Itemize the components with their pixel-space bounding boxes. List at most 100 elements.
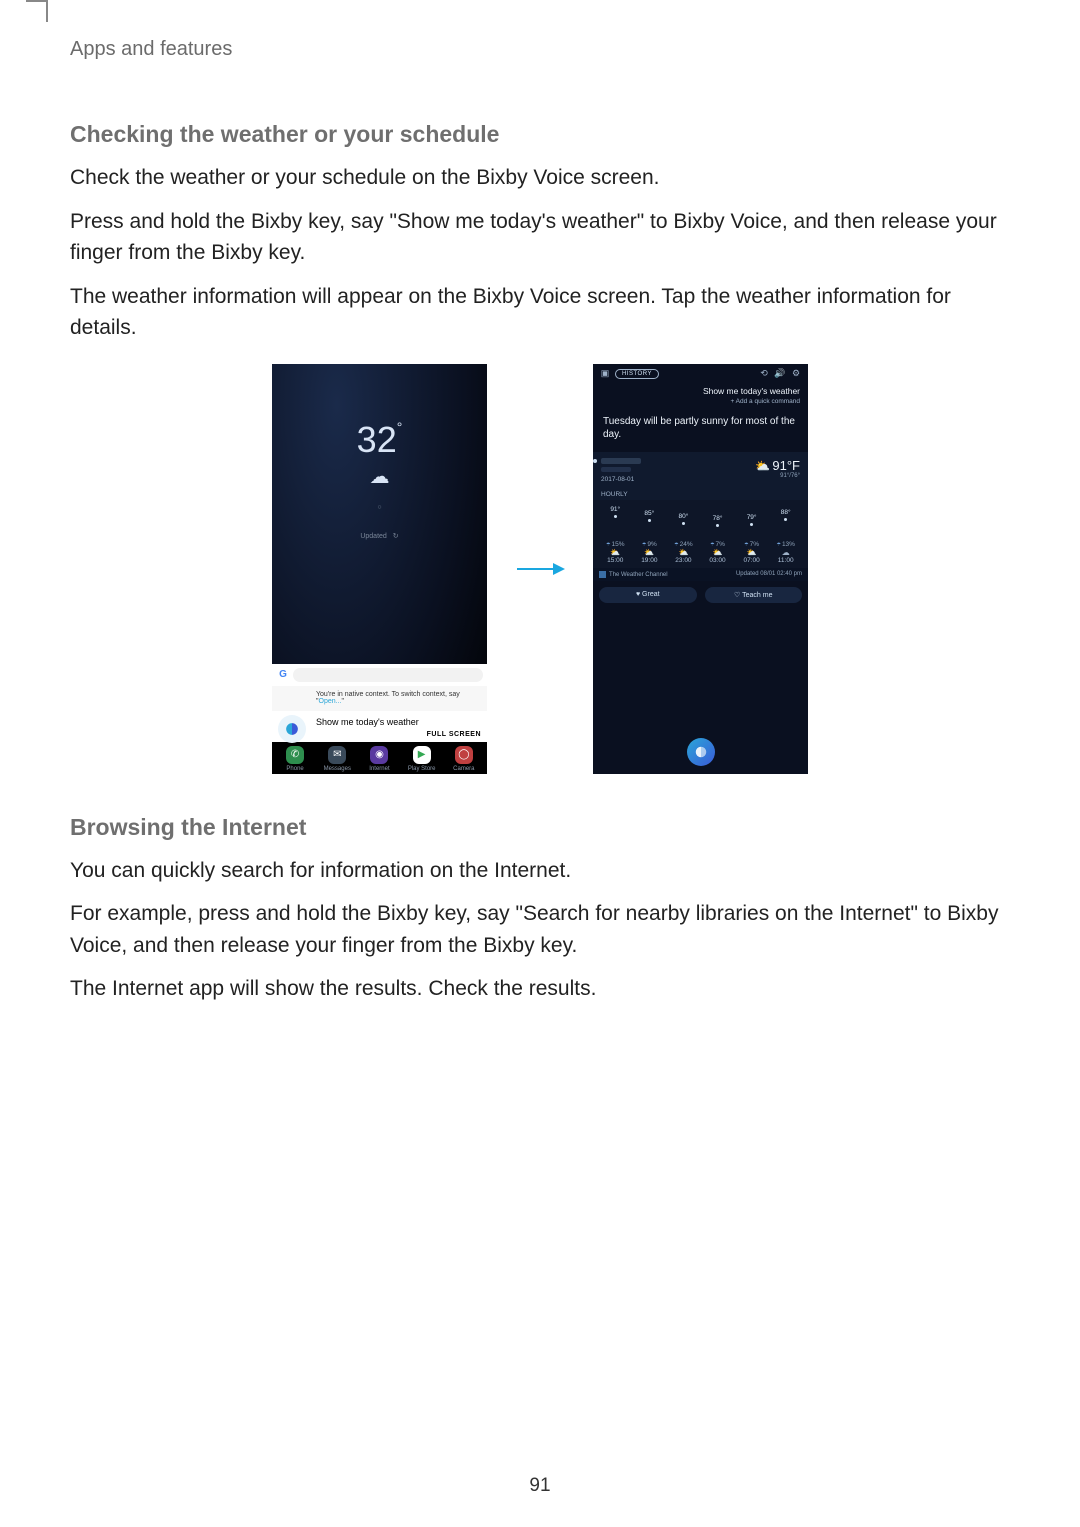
dock-app-messages[interactable]: ✉ Messages <box>318 746 356 772</box>
hourly-temp: 80° <box>667 506 699 527</box>
bixby-mic-button[interactable] <box>687 738 715 766</box>
location-indicator: ○ <box>272 504 487 511</box>
hourly-weather-icon: ⛅ <box>701 548 733 557</box>
hourly-time: 03:00 <box>701 557 733 564</box>
hourly-weather-icon: ☁ <box>769 548 801 557</box>
updated-text: Updated <box>360 533 386 540</box>
full-screen-button[interactable]: FULL SCREEN <box>316 731 481 738</box>
hourly-temp: 79° <box>735 506 767 527</box>
hourly-precip: 7% <box>701 541 733 548</box>
sound-icon[interactable]: 🔊 <box>774 368 786 380</box>
card-icon[interactable]: ▣ <box>599 368 611 380</box>
section-heading-internet: Browsing the Internet <box>70 814 1010 841</box>
google-search-bar[interactable]: G <box>272 664 487 686</box>
partly-sunny-icon: ⛅ <box>755 459 770 473</box>
feedback-teach-button[interactable]: ♡ Teach me <box>705 587 803 603</box>
updated-label[interactable]: Updated ↻ <box>272 532 487 540</box>
current-weather-card[interactable]: 2017-08-01 ⛅ 91°F 91°/76° <box>593 452 808 487</box>
hourly-time: 23:00 <box>667 557 699 564</box>
home-bottom-stack: G You're in native context. To switch co… <box>272 664 487 774</box>
body-text: The Internet app will show the results. … <box>70 973 1010 1005</box>
screenshot-bixby-weather: ▣ HISTORY ⟲ 🔊 ⚙ Show me today's weather … <box>593 364 808 774</box>
feedback-row: ♥ Great ♡ Teach me <box>593 581 808 609</box>
context-note-text: " <box>341 698 344 705</box>
context-note-open[interactable]: Open... <box>319 698 342 705</box>
bixby-top-bar: ▣ HISTORY ⟲ 🔊 ⚙ <box>593 364 808 384</box>
hourly-weather-icon: ⛅ <box>735 548 767 557</box>
body-text: You can quickly search for information o… <box>70 855 1010 887</box>
hourly-forecast[interactable]: 91° 85° 80° 78° 79° 88° 15% 9% 24% 7% 7%… <box>593 500 808 568</box>
hourly-time: 11:00 <box>769 557 801 564</box>
body-text: Check the weather or your schedule on th… <box>70 162 1010 194</box>
page-corner-mark <box>46 0 48 22</box>
hourly-precip: 13% <box>769 541 801 548</box>
messages-icon: ✉ <box>328 746 346 764</box>
hourly-temps-row: 91° 85° 80° 78° 79° 88° <box>599 506 802 527</box>
widget-temperature[interactable]: 32° <box>272 419 487 461</box>
weather-footer: The Weather Channel Updated 08/01 02:40 … <box>593 568 808 581</box>
hourly-time: 19:00 <box>633 557 665 564</box>
hourly-temp: 78° <box>701 506 733 527</box>
google-icon: G <box>276 668 290 682</box>
degree-symbol: ° <box>397 419 403 435</box>
now-temp-block: ⛅ 91°F 91°/76° <box>755 458 800 479</box>
page-number: 91 <box>0 1475 1080 1497</box>
dock-app-phone[interactable]: ✆ Phone <box>276 746 314 772</box>
hourly-precip: 7% <box>735 541 767 548</box>
screenshot-home: 32° ☁ ○ Updated ↻ G You're in native con… <box>272 364 487 774</box>
search-pill[interactable] <box>293 668 483 682</box>
weather-updated: Updated 08/01 02:40 pm <box>736 571 802 577</box>
hourly-precip-row: 15% 9% 24% 7% 7% 13% <box>599 541 802 548</box>
playstore-icon: ▶ <box>413 746 431 764</box>
history-button[interactable]: HISTORY <box>615 369 659 379</box>
hourly-time: 15:00 <box>599 557 631 564</box>
refresh-icon[interactable]: ↻ <box>393 532 399 540</box>
hourly-temp: 88° <box>769 506 801 527</box>
phone-icon: ✆ <box>286 746 304 764</box>
body-text: The weather information will appear on t… <box>70 281 1010 344</box>
share-icon[interactable]: ⟲ <box>758 368 770 380</box>
dock-app-internet[interactable]: ◉ Internet <box>360 746 398 772</box>
figure-row: 32° ☁ ○ Updated ↻ G You're in native con… <box>70 364 1010 774</box>
hourly-precip: 24% <box>667 541 699 548</box>
dock-label: Play Store <box>408 766 436 772</box>
now-temp: 91°F <box>772 458 800 473</box>
hourly-weather-icon: ⛅ <box>667 548 699 557</box>
weather-icon: ☁ <box>272 464 487 489</box>
hourly-precip: 15% <box>599 541 631 548</box>
settings-icon[interactable]: ⚙ <box>790 368 802 380</box>
dock-label: Phone <box>286 766 303 772</box>
dock-app-playstore[interactable]: ▶ Play Store <box>403 746 441 772</box>
bixby-command-card[interactable]: Show me today's weather FULL SCREEN <box>272 711 487 742</box>
dock-label: Internet <box>369 766 389 772</box>
dock-label: Camera <box>453 766 474 772</box>
hourly-precip: 9% <box>633 541 665 548</box>
hourly-temp: 85° <box>633 506 665 527</box>
hourly-icons-row: ⛅ ⛅ ⛅ ⛅ ⛅ ☁ <box>599 548 802 557</box>
camera-icon: ◯ <box>455 746 473 764</box>
hourly-temp: 91° <box>599 506 631 527</box>
breadcrumb: Apps and features <box>70 38 1010 61</box>
hourly-times-row: 15:00 19:00 23:00 03:00 07:00 11:00 <box>599 557 802 564</box>
temperature-value: 32 <box>357 419 397 460</box>
bixby-icon <box>278 715 306 743</box>
app-dock: ✆ Phone ✉ Messages ◉ Internet ▶ Play Store ◯… <box>272 742 487 774</box>
hourly-weather-icon: ⛅ <box>599 548 631 557</box>
hourly-label: HOURLY <box>593 487 808 500</box>
hourly-time: 07:00 <box>735 557 767 564</box>
weather-provider: The Weather Channel <box>599 571 668 578</box>
feedback-great-button[interactable]: ♥ Great <box>599 587 697 603</box>
dock-app-camera[interactable]: ◯ Camera <box>445 746 483 772</box>
bixby-summary: Tuesday will be partly sunny for most of… <box>593 409 808 452</box>
hi-lo-temp: 91°/76° <box>755 473 800 479</box>
arrow-right-icon <box>515 559 565 579</box>
user-query: Show me today's weather <box>593 384 808 398</box>
body-text: For example, press and hold the Bixby ke… <box>70 898 1010 961</box>
section-heading-weather: Checking the weather or your schedule <box>70 121 1010 148</box>
context-switch-note: You're in native context. To switch cont… <box>272 686 487 711</box>
command-text: Show me today's weather <box>316 717 481 727</box>
add-quick-command[interactable]: + Add a quick command <box>593 398 808 409</box>
body-text: Press and hold the Bixby key, say "Show … <box>70 206 1010 269</box>
internet-icon: ◉ <box>370 746 388 764</box>
dock-label: Messages <box>324 766 351 772</box>
